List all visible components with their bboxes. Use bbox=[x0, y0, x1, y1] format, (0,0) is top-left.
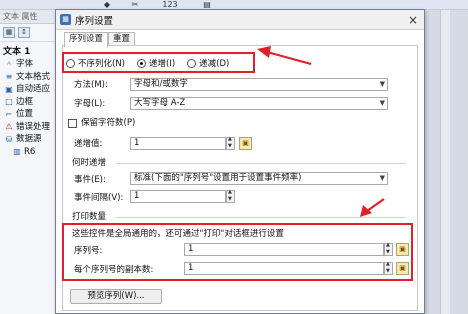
toolbar-number[interactable]: 123 bbox=[160, 0, 180, 9]
annotation-box-print bbox=[62, 223, 413, 281]
datasource-icon: ⛁ bbox=[5, 134, 13, 144]
charset-value: 大写字母 A-Z bbox=[134, 98, 186, 108]
position-icon: ⌐ bbox=[5, 109, 13, 119]
font-icon: ᴬ bbox=[7, 59, 11, 69]
event-value: 标准(下面的"序列号"设置用于设置事件频率) bbox=[134, 173, 302, 183]
increment-label: 递增值: bbox=[74, 139, 103, 149]
tree-item-datasource[interactable]: ⛁ 数据源 bbox=[0, 133, 61, 146]
tab-serial-settings[interactable]: 序列设置 bbox=[64, 32, 109, 47]
dialog-titlebar: ▦ 序列设置 × bbox=[56, 10, 424, 30]
tree-item-font[interactable]: ᴬ 字体 bbox=[0, 58, 61, 71]
chevron-down-icon: ▼ bbox=[379, 174, 385, 182]
panel-tabs[interactable]: 文本 属性 bbox=[0, 10, 61, 24]
tree-item-r6[interactable]: ▥ R6 bbox=[0, 146, 61, 159]
tree-item-position[interactable]: ⌐ 位置 bbox=[0, 108, 61, 121]
print-group-title: 打印数量 bbox=[72, 212, 107, 222]
annotation-arrow-top bbox=[257, 46, 312, 66]
barcode-icon: ▥ bbox=[13, 147, 21, 157]
toolbar-icon-1[interactable]: ◆ bbox=[100, 0, 114, 9]
toolbar-icon-3[interactable]: ▤ bbox=[200, 0, 214, 9]
keep-digits-checkbox[interactable] bbox=[68, 119, 77, 128]
panel-toolbar: ▦ ↕ bbox=[0, 24, 61, 42]
app-icon: ▦ bbox=[60, 14, 71, 25]
panel-title: 文本 1 bbox=[3, 47, 31, 57]
properties-panel: 文本 属性 ▦ ↕ 文本 1 ᴬ 字体 ≡ 文本格式 ▣ 自动适应 □ 边框 ⌐ 位置 ⚠… bbox=[0, 10, 62, 314]
event-select[interactable]: 标准(下面的"序列号"设置用于设置事件频率) ▼ bbox=[130, 172, 388, 185]
vertical-scrollbar[interactable] bbox=[440, 10, 450, 314]
annotation-arrow-bottom bbox=[360, 198, 385, 217]
error-icon: ⚠ bbox=[5, 122, 13, 132]
annotation-box-radios bbox=[62, 52, 255, 73]
increment-picker-icon[interactable]: ▣ bbox=[239, 137, 252, 150]
canvas-area bbox=[425, 10, 468, 314]
tree-item-border[interactable]: □ 边框 bbox=[0, 96, 61, 109]
event-label: 事件(E): bbox=[74, 175, 106, 185]
interval-label: 事件间隔(V): bbox=[74, 193, 124, 203]
increment-stepper[interactable] bbox=[226, 136, 235, 150]
chevron-down-icon: ▼ bbox=[379, 99, 385, 107]
tree-item-text-format[interactable]: ≡ 文本格式 bbox=[0, 71, 61, 84]
dialog-tabs: 序列设置 重置 bbox=[64, 32, 136, 47]
tree-item-autofit[interactable]: ▣ 自动适应 bbox=[0, 83, 61, 96]
border-icon: □ bbox=[5, 97, 13, 107]
chevron-down-icon: ▼ bbox=[379, 80, 385, 88]
dialog-title: 序列设置 bbox=[75, 15, 114, 27]
charset-label: 字母(L): bbox=[74, 99, 106, 109]
tree-item-error[interactable]: ⚠ 错误处理 bbox=[0, 121, 61, 134]
tab-reset[interactable]: 重置 bbox=[108, 32, 136, 46]
text-format-icon: ≡ bbox=[5, 72, 13, 82]
serial-settings-dialog: ▦ 序列设置 × 序列设置 重置 不序列化(N) 递增(I) 递减(D) 方法(… bbox=[55, 9, 425, 314]
charset-select[interactable]: 大写字母 A-Z ▼ bbox=[130, 97, 388, 110]
when-group-title: 何时递增 bbox=[72, 158, 107, 168]
toolbar-icon-2[interactable]: ✂ bbox=[128, 0, 142, 9]
sort-icon[interactable]: ↕ bbox=[18, 27, 30, 38]
keep-digits-label: 保留字符数(P) bbox=[81, 118, 136, 128]
interval-input[interactable]: 1 bbox=[130, 190, 226, 203]
autofit-icon: ▣ bbox=[5, 84, 13, 94]
method-value: 字母和/或数字 bbox=[134, 79, 188, 89]
close-icon[interactable]: × bbox=[408, 13, 418, 27]
preview-series-button[interactable]: 预览序列(W)... bbox=[70, 289, 162, 304]
interval-stepper[interactable] bbox=[226, 189, 235, 203]
method-label: 方法(M): bbox=[74, 80, 108, 90]
grid-icon[interactable]: ▦ bbox=[3, 27, 15, 38]
method-select[interactable]: 字母和/或数字 ▼ bbox=[130, 78, 388, 91]
increment-input[interactable]: 1 bbox=[130, 137, 226, 150]
group-divider bbox=[116, 163, 406, 164]
